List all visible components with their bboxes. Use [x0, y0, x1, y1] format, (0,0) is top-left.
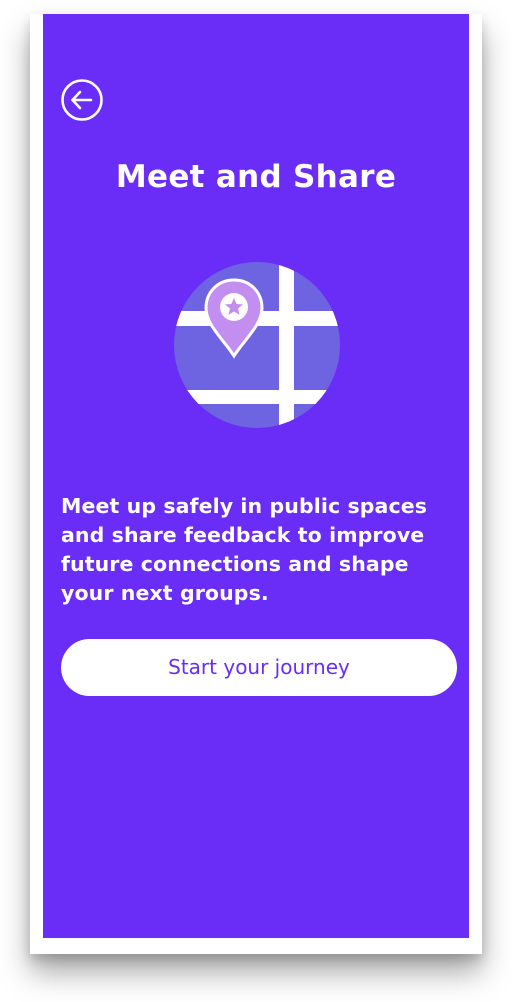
- page-title: Meet and Share: [115, 159, 397, 195]
- description-text: Meet up safely in public spaces and shar…: [61, 494, 428, 605]
- back-button[interactable]: [60, 78, 104, 122]
- map-pin-illustration: [172, 260, 342, 430]
- map-pin-star-icon: [174, 262, 340, 428]
- onboarding-screen: Meet and Share Meet up safely in public …: [43, 14, 469, 938]
- arrow-left-circle-icon: [61, 79, 103, 121]
- start-journey-button[interactable]: Start your journey: [61, 639, 457, 696]
